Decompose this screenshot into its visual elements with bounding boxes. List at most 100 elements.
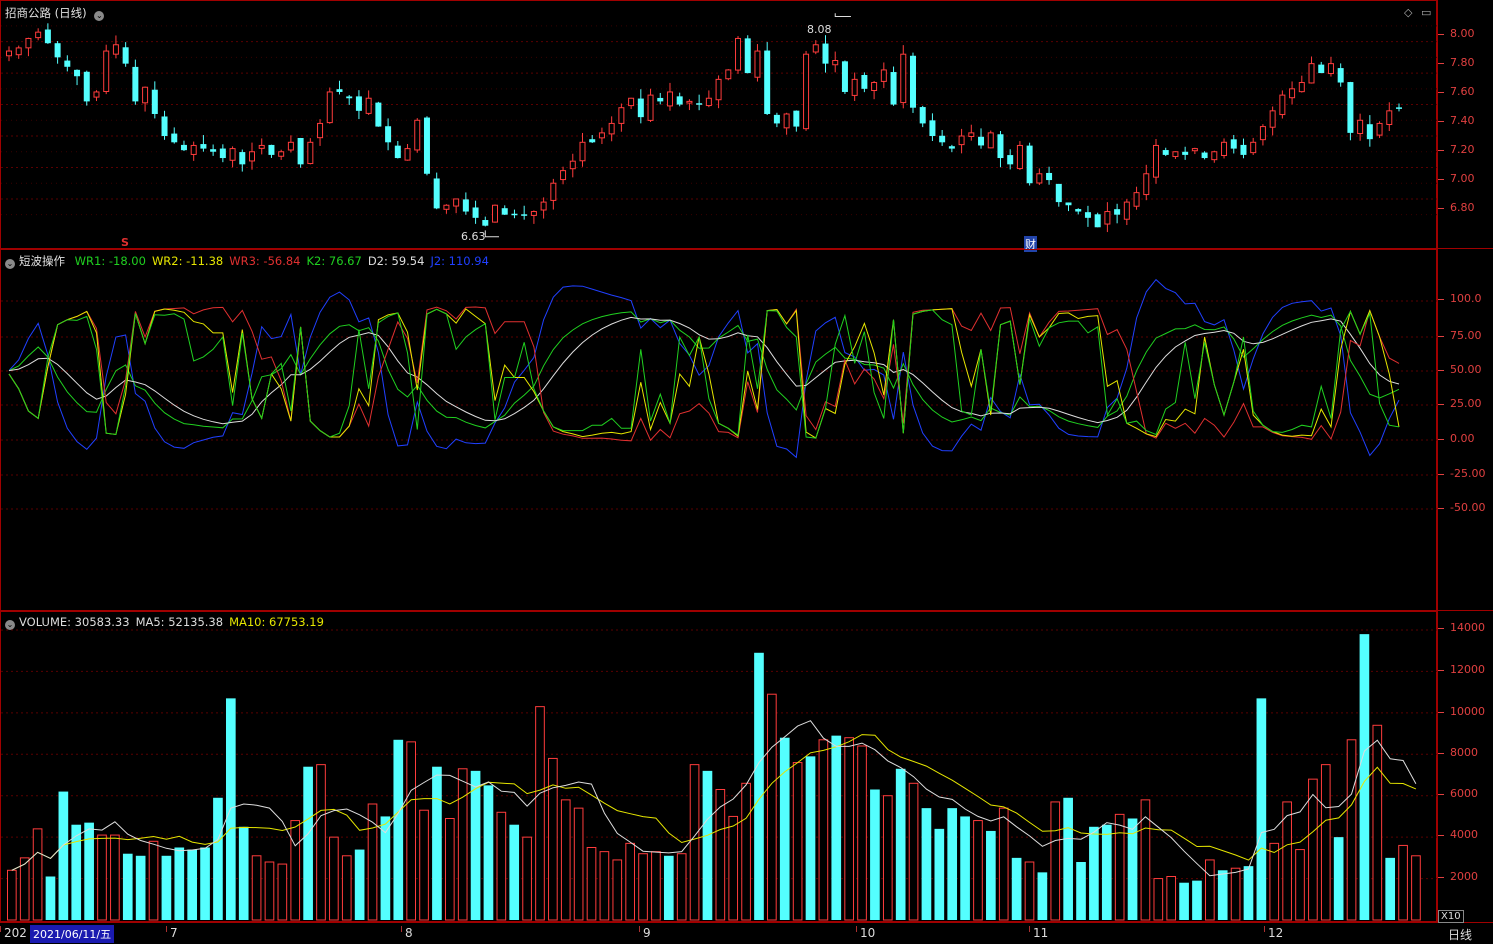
- year-label: 202: [0, 926, 27, 940]
- volume-bar-up: [1372, 724, 1383, 921]
- candle-down: [210, 149, 217, 152]
- candle-down: [346, 96, 353, 99]
- candle-down: [1007, 155, 1014, 165]
- candle-up: [560, 170, 567, 181]
- month-tick: 8: [401, 926, 413, 940]
- volume-bar-down: [960, 816, 970, 920]
- candle-up: [880, 69, 887, 82]
- volume-bar-up: [1308, 778, 1318, 921]
- candle-down: [1084, 212, 1091, 218]
- candle-down: [239, 152, 246, 165]
- vol-axis-tick: 6000: [1438, 787, 1478, 800]
- candle-down: [919, 107, 926, 124]
- candle-up: [1036, 173, 1043, 184]
- candle-down: [423, 117, 430, 174]
- candle-up: [1376, 122, 1383, 136]
- volume-bar-down: [986, 830, 996, 920]
- price-pane[interactable]: 招商公路 (日线) ⌄ ◇ ▭ 8.08 6.63 S 财: [0, 0, 1438, 252]
- candle-up: [1221, 141, 1228, 157]
- volume-bar-down: [934, 828, 945, 920]
- candle-up: [871, 82, 878, 92]
- candle-up: [647, 94, 654, 121]
- volume-bar-up: [586, 847, 597, 921]
- volume-bar-up: [625, 842, 635, 921]
- candle-up: [1259, 126, 1266, 141]
- volume-bar-up: [1153, 878, 1164, 921]
- volume-chart[interactable]: [1, 612, 1438, 923]
- candle-down: [44, 29, 51, 44]
- candle-down: [657, 97, 664, 102]
- candle-down: [219, 148, 226, 159]
- candle-down: [793, 110, 800, 127]
- volume-bar-up: [251, 855, 262, 921]
- candle-down: [462, 199, 469, 212]
- volume-bar-up: [638, 853, 648, 921]
- volume-pane[interactable]: ⌄ VOLUME: 30583.33 MA5: 52135.38 MA10: 6775…: [0, 611, 1438, 923]
- volume-bar-up: [599, 851, 610, 921]
- candle-down: [1182, 151, 1189, 155]
- volume-bar-up: [908, 782, 919, 921]
- candle-down: [948, 146, 955, 149]
- month-tick: 10: [855, 926, 876, 940]
- volume-bar-up: [1140, 799, 1151, 921]
- volume-bar-down: [393, 739, 404, 920]
- candle-up: [492, 204, 499, 223]
- volume-bar-up: [560, 799, 571, 921]
- volume-bar-down: [238, 826, 249, 920]
- candle-down: [841, 61, 848, 92]
- price-axis-tick: 7.40: [1438, 114, 1475, 127]
- volume-bar-down: [1089, 826, 1099, 920]
- volume-bar-up: [676, 853, 687, 921]
- volume-bar-up: [741, 782, 751, 921]
- candle-up: [958, 135, 965, 146]
- oscillator-chart[interactable]: [1, 250, 1438, 612]
- price-axis-tick: 7.80: [1438, 56, 1475, 69]
- volume-bar-down: [1101, 824, 1112, 920]
- volume-bar-up: [973, 820, 983, 921]
- candle-up: [307, 141, 314, 165]
- volume-bar-down: [1179, 882, 1189, 920]
- candle-down: [180, 144, 187, 151]
- candle-down: [764, 50, 771, 114]
- volume-bar-down: [1243, 866, 1254, 920]
- price-axis: 8.00 7.80 7.60 7.40 7.20 7.00 6.80: [1437, 0, 1493, 249]
- vol-axis-tick: 8000: [1438, 746, 1478, 759]
- signal-s-marker[interactable]: S: [121, 236, 129, 249]
- candle-down: [861, 74, 868, 89]
- volume-bar-down: [921, 808, 932, 920]
- candle-up: [190, 144, 197, 155]
- candlestick-chart[interactable]: [1, 1, 1438, 250]
- candle-up: [278, 151, 285, 157]
- candle-up: [1143, 173, 1150, 196]
- period-selector[interactable]: 日线: [1448, 926, 1472, 943]
- candle-up: [6, 50, 12, 57]
- price-axis-tick: 7.20: [1438, 143, 1475, 156]
- candle-up: [1279, 94, 1286, 116]
- volume-bar-down: [470, 770, 481, 920]
- volume-bar-up: [844, 737, 854, 921]
- price-axis-tick: 7.60: [1438, 85, 1475, 98]
- candle-up: [530, 211, 537, 216]
- volume-bar-down: [71, 824, 82, 920]
- volume-bar-up: [277, 863, 288, 921]
- candle-down: [132, 66, 139, 102]
- candle-up: [628, 97, 635, 107]
- volume-bar-down: [432, 766, 442, 920]
- osc-axis-tick: 75.00: [1438, 329, 1482, 342]
- volume-bar-up: [818, 739, 829, 921]
- volume-bar-down: [187, 849, 198, 920]
- oscillator-pane[interactable]: ⌄ 短波操作 WR1: -18.00 WR2: -11.38 WR3: -56.84 K…: [0, 249, 1438, 612]
- volume-bar-up: [689, 764, 700, 921]
- volume-bar-down: [174, 847, 185, 920]
- low-label: 6.63: [461, 230, 486, 243]
- volume-bar-up: [406, 741, 416, 921]
- price-axis-tick: 6.80: [1438, 201, 1475, 214]
- volume-bar-down: [870, 789, 880, 920]
- volume-bar-down: [1076, 862, 1086, 920]
- volume-bar-up: [1320, 764, 1331, 921]
- time-axis[interactable]: 202 2021/06/11/五 7 8 9 10 11 12 X10 日线: [0, 910, 1493, 944]
- volume-bar-up: [7, 869, 17, 921]
- candle-down: [676, 96, 683, 105]
- candle-down: [511, 213, 518, 216]
- volume-bar-up: [522, 836, 532, 921]
